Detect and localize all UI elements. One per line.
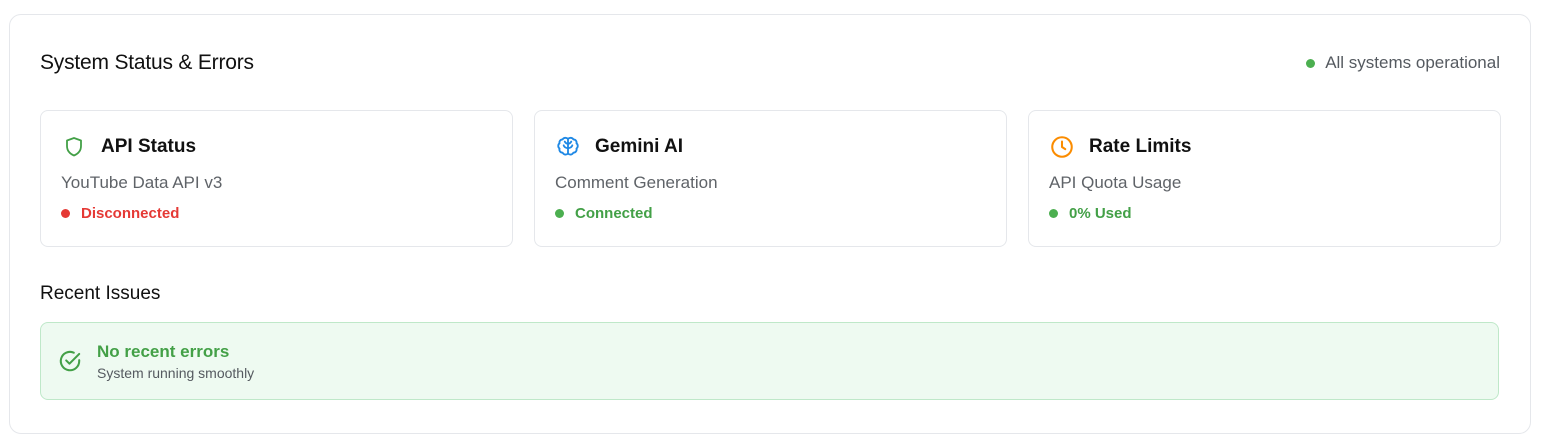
panel-header: System Status & Errors All systems opera…	[40, 51, 1500, 75]
check-circle-icon	[57, 348, 83, 374]
status-dot	[555, 209, 564, 218]
issues-message-subtitle: System running smoothly	[97, 364, 255, 381]
issues-message-title: No recent errors	[97, 341, 230, 361]
api-status-card: API Status YouTube Data API v3 Disconnec…	[40, 110, 513, 247]
system-status-panel: System Status & Errors All systems opera…	[9, 14, 1531, 434]
card-title: API Status	[101, 136, 197, 157]
overall-status-text: All systems operational	[1325, 53, 1500, 72]
status-text: 0% Used	[1069, 205, 1132, 222]
shield-icon	[61, 134, 87, 160]
status-badge: Connected	[555, 205, 986, 222]
card-header: Gemini AI	[555, 133, 986, 161]
card-title: Rate Limits	[1089, 136, 1192, 157]
card-title: Gemini AI	[595, 136, 683, 157]
status-cards: API Status YouTube Data API v3 Disconnec…	[40, 110, 1501, 247]
rate-limits-card: Rate Limits API Quota Usage 0% Used	[1028, 110, 1501, 247]
card-header: API Status	[61, 133, 492, 161]
card-subtitle: YouTube Data API v3	[61, 173, 223, 192]
status-dot	[61, 209, 70, 218]
gemini-ai-card: Gemini AI Comment Generation Connected	[534, 110, 1007, 247]
overall-status: All systems operational	[1306, 53, 1500, 73]
status-badge: Disconnected	[61, 205, 492, 222]
issues-text: No recent errors System running smoothly	[97, 342, 254, 381]
status-text: Connected	[575, 205, 653, 222]
brain-icon	[555, 134, 581, 160]
recent-issues-box: No recent errors System running smoothly	[40, 322, 1499, 400]
status-text: Disconnected	[81, 205, 180, 222]
card-header: Rate Limits	[1049, 133, 1480, 161]
card-subtitle: API Quota Usage	[1049, 173, 1182, 192]
status-dot	[1049, 209, 1058, 218]
card-subtitle: Comment Generation	[555, 173, 718, 192]
status-dot	[1306, 58, 1316, 68]
panel-title: System Status & Errors	[40, 51, 254, 74]
clock-icon	[1049, 134, 1075, 160]
recent-issues-title: Recent Issues	[40, 283, 161, 304]
status-badge: 0% Used	[1049, 205, 1480, 222]
